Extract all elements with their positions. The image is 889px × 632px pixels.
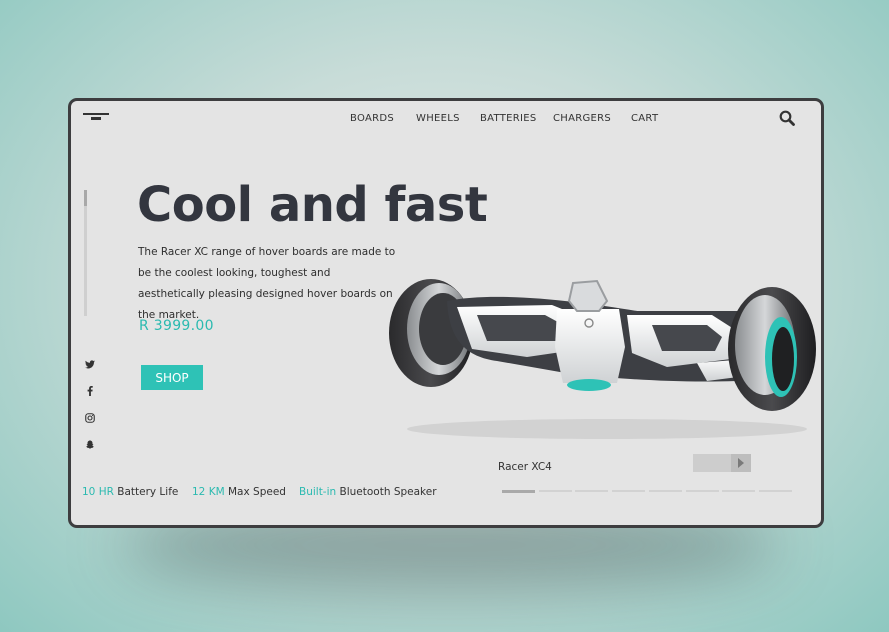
main-nav: BOARDS WHEELS BATTERIES CHARGERS CART <box>71 113 821 127</box>
browser-frame: BOARDS WHEELS BATTERIES CHARGERS CART Co… <box>68 98 824 528</box>
product-price: R 3999.00 <box>139 318 214 334</box>
vertical-scroll-indicator[interactable] <box>84 190 87 316</box>
carousel-dot[interactable] <box>575 490 609 492</box>
nav-item-boards[interactable]: BOARDS <box>350 113 394 124</box>
nav-item-chargers[interactable]: CHARGERS <box>553 113 611 124</box>
hero-description: The Racer XC range of hover boards are m… <box>138 246 396 321</box>
carousel-pagination <box>502 490 794 493</box>
feature-speaker: Built-in Bluetooth Speaker <box>299 486 437 498</box>
carousel-dot[interactable] <box>612 490 646 492</box>
carousel-dot[interactable] <box>538 490 572 492</box>
twitter-icon[interactable] <box>83 357 97 371</box>
instagram-icon[interactable] <box>83 411 97 425</box>
nav-item-wheels[interactable]: WHEELS <box>416 113 460 124</box>
carousel-next-button[interactable] <box>693 454 751 472</box>
feature-text: Max Speed <box>228 486 286 498</box>
feature-highlight: Built-in <box>299 486 337 498</box>
feature-highlight: 10 HR <box>82 486 114 498</box>
hoverboard-image <box>389 279 816 439</box>
nav-item-batteries[interactable]: BATTERIES <box>480 113 537 124</box>
search-icon[interactable] <box>779 110 795 126</box>
arrow-right-icon <box>738 458 744 468</box>
snapchat-icon[interactable] <box>83 438 97 452</box>
nav-item-cart[interactable]: CART <box>631 113 658 124</box>
feature-text: Battery Life <box>117 486 179 498</box>
hero-headline: Cool and fast <box>137 177 488 233</box>
carousel-dot[interactable] <box>722 490 756 492</box>
carousel-dot[interactable] <box>685 490 719 492</box>
carousel-slide-label: Racer XC4 <box>498 461 552 473</box>
feature-battery: 10 HR Battery Life <box>82 486 178 498</box>
feature-speed: 12 KM Max Speed <box>192 486 286 498</box>
carousel-dot[interactable] <box>648 490 682 492</box>
carousel-dot[interactable] <box>758 490 792 492</box>
facebook-icon[interactable] <box>83 384 97 398</box>
feature-text: Bluetooth Speaker <box>339 486 437 498</box>
shop-button[interactable]: SHOP <box>141 365 203 390</box>
scroll-thumb[interactable] <box>84 190 87 206</box>
carousel-dot[interactable] <box>502 490 535 493</box>
feature-highlight: 12 KM <box>192 486 225 498</box>
